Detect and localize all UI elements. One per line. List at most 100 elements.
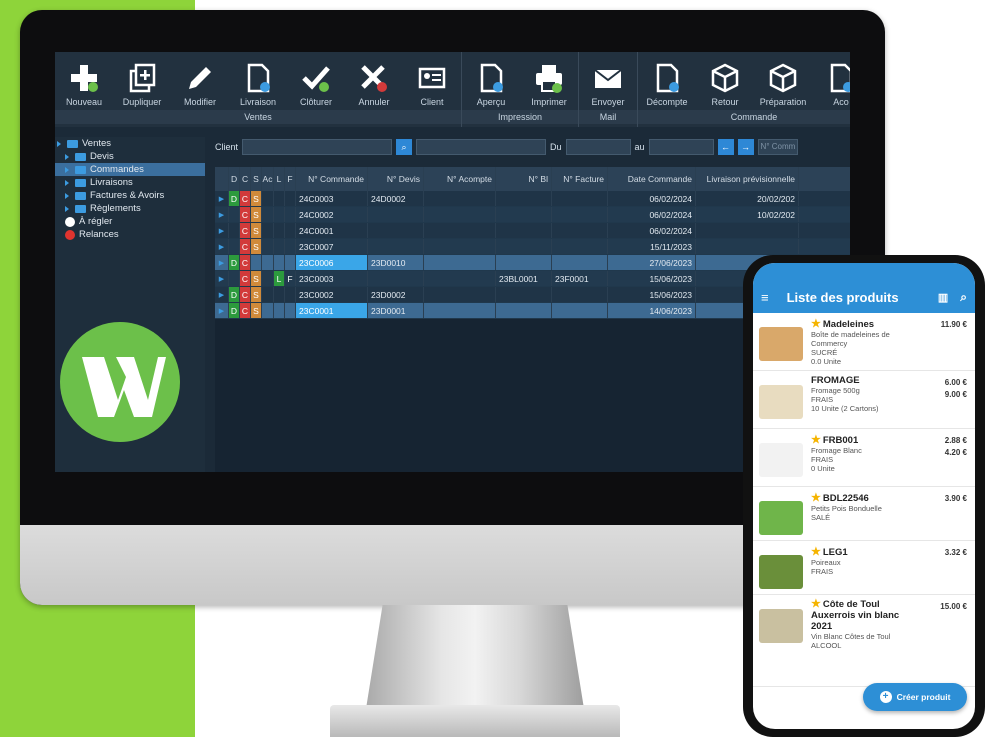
date-to-input[interactable] (648, 139, 714, 155)
tree-item[interactable]: À régler (55, 215, 205, 228)
row-expand-icon[interactable]: ▶ (215, 239, 229, 254)
table-cell: D (229, 303, 240, 318)
product-stock: 0.0 Unite (811, 357, 842, 366)
favorite-star-icon[interactable]: ★ (811, 598, 821, 610)
product-item[interactable]: ★ FRB001 Fromage Blanc FRAIS 0 Unite 2.88 €4.… (753, 429, 975, 487)
next-arrow-icon[interactable]: → (737, 139, 754, 155)
toolbar-button[interactable]: Décompte (638, 52, 696, 110)
product-prices: 3.90 € (945, 493, 967, 505)
toolbar-button[interactable]: Modifier (171, 52, 229, 110)
price-value: 2.88 € (944, 436, 967, 445)
table-row[interactable]: ▶ D C S 24C0003 24D0002 06/02/2024 20/02/202 (215, 191, 850, 207)
row-expand-icon[interactable]: ▶ (215, 255, 229, 270)
tree-item[interactable]: Règlements (55, 202, 205, 215)
favorite-star-icon[interactable]: ★ (811, 318, 821, 330)
column-header[interactable]: L (274, 167, 285, 191)
column-header[interactable]: N° Devis (368, 167, 424, 191)
table-cell: S (251, 287, 262, 302)
toolbar-button[interactable]: Client (403, 52, 461, 110)
toolbar-button[interactable]: Dupliquer (113, 52, 171, 110)
table-row[interactable]: ▶ C S 24C0002 06/02/2024 10/02/202 (215, 207, 850, 223)
preview-icon (476, 63, 506, 93)
toolbar-button-label: Imprimer (531, 97, 567, 107)
tree-item[interactable]: Commandes (55, 163, 205, 176)
expand-arrow-icon[interactable] (65, 205, 69, 212)
secondary-select[interactable] (416, 139, 547, 155)
product-item[interactable]: ★ LEG1 Poireaux FRAIS 3.32 € (753, 541, 975, 595)
toolbar-button[interactable]: Imprimer (520, 52, 578, 110)
tree-item[interactable]: Devis (55, 150, 205, 163)
search-icon[interactable]: ⌕ (960, 290, 967, 305)
product-item[interactable]: ★ Côte de Toul Auxerrois vin blanc 2021 Vi… (753, 595, 975, 687)
column-header[interactable]: F (285, 167, 296, 191)
tree-item-label: Commandes (90, 164, 144, 175)
toolbar-button[interactable]: Aperçu (462, 52, 520, 110)
expand-arrow-icon[interactable] (65, 166, 69, 173)
column-header[interactable]: N° Commande (296, 167, 368, 191)
ribbon-group-buttons: Nouveau Dupliquer Modifier Livraison Clôture… (55, 52, 461, 110)
expand-arrow-icon[interactable] (57, 140, 61, 147)
tree-item[interactable]: Livraisons (55, 176, 205, 189)
product-item[interactable]: FROMAGE Fromage 500g FRAIS 10 Unite (2 Cart… (753, 371, 975, 429)
status-flag (262, 303, 273, 318)
toolbar-button[interactable]: Retour (696, 52, 754, 110)
toolbar-button-label: Client (420, 97, 444, 107)
column-header[interactable]: N° Facture (552, 167, 608, 191)
tree-item-label: Ventes (82, 138, 112, 149)
tree-item[interactable]: Factures & Avoirs (55, 189, 205, 202)
toolbar-button[interactable]: Préparation (754, 52, 812, 110)
date-from-input[interactable] (565, 139, 631, 155)
column-header[interactable]: Date Commande (608, 167, 696, 191)
table-cell: 20/02/202 (696, 191, 799, 206)
row-expand-icon[interactable]: ▶ (215, 207, 229, 222)
table-cell: C (240, 287, 251, 302)
row-expand-icon[interactable]: ▶ (215, 191, 229, 206)
row-expand-icon[interactable]: ▶ (215, 223, 229, 238)
toolbar-button[interactable]: Aco (812, 52, 850, 110)
order-search-input[interactable]: N° Comm (757, 139, 798, 155)
expand-arrow-icon[interactable] (65, 192, 69, 199)
status-flag (285, 287, 295, 302)
table-row[interactable]: ▶ C S 24C0001 06/02/2024 (215, 223, 850, 239)
create-product-button[interactable]: + Créer produit (863, 683, 967, 711)
toolbar-button[interactable]: Envoyer (579, 52, 637, 110)
favorite-star-icon[interactable]: ★ (811, 546, 821, 558)
row-expand-icon[interactable]: ▶ (215, 287, 229, 302)
column-header[interactable]: Ac (262, 167, 274, 191)
row-expand-icon[interactable]: ▶ (215, 271, 229, 286)
product-prices: 11.90 € (941, 319, 967, 331)
column-header[interactable]: Livraison prévisionnelle (696, 167, 799, 191)
toolbar-button[interactable]: Clôturer (287, 52, 345, 110)
client-select[interactable] (242, 139, 393, 155)
toolbar-button[interactable]: Nouveau (55, 52, 113, 110)
product-stock: 0 Unite (811, 464, 835, 473)
column-header[interactable]: D (229, 167, 240, 191)
status-flag (285, 239, 295, 254)
toolbar-button[interactable]: Annuler (345, 52, 403, 110)
column-header[interactable]: N° Acompte (424, 167, 496, 191)
expand-arrow-icon[interactable] (65, 153, 69, 160)
table-cell: 23C0006 (296, 255, 368, 270)
column-header[interactable]: N° Bl (496, 167, 552, 191)
folder-icon (75, 178, 86, 187)
barcode-icon[interactable]: ▥ (938, 291, 948, 304)
table-row[interactable]: ▶ C S 23C0007 15/11/2023 (215, 239, 850, 255)
table-cell (368, 207, 424, 222)
product-item[interactable]: ★ BDL22546 Petits Pois Bonduelle SALÉ 3.90 € (753, 487, 975, 541)
table-cell (696, 223, 799, 238)
favorite-star-icon[interactable]: ★ (811, 434, 821, 446)
tree-item[interactable]: Relances (55, 228, 205, 241)
favorite-star-icon[interactable]: ★ (811, 492, 821, 504)
expand-arrow-icon[interactable] (65, 179, 69, 186)
client-search-icon[interactable]: ⌕ (396, 139, 413, 155)
row-expand-icon[interactable]: ▶ (215, 303, 229, 318)
toolbar-button[interactable]: Livraison (229, 52, 287, 110)
table-cell: S (251, 207, 262, 222)
menu-icon[interactable]: ≡ (761, 290, 769, 305)
table-cell: 23D0002 (368, 287, 424, 302)
product-item[interactable]: ★ Madeleines Boîte de madeleines de Commer… (753, 313, 975, 371)
column-header[interactable]: C (240, 167, 251, 191)
tree-item[interactable]: Ventes (55, 137, 205, 150)
prev-arrow-icon[interactable]: ← (717, 139, 734, 155)
column-header[interactable]: S (251, 167, 262, 191)
